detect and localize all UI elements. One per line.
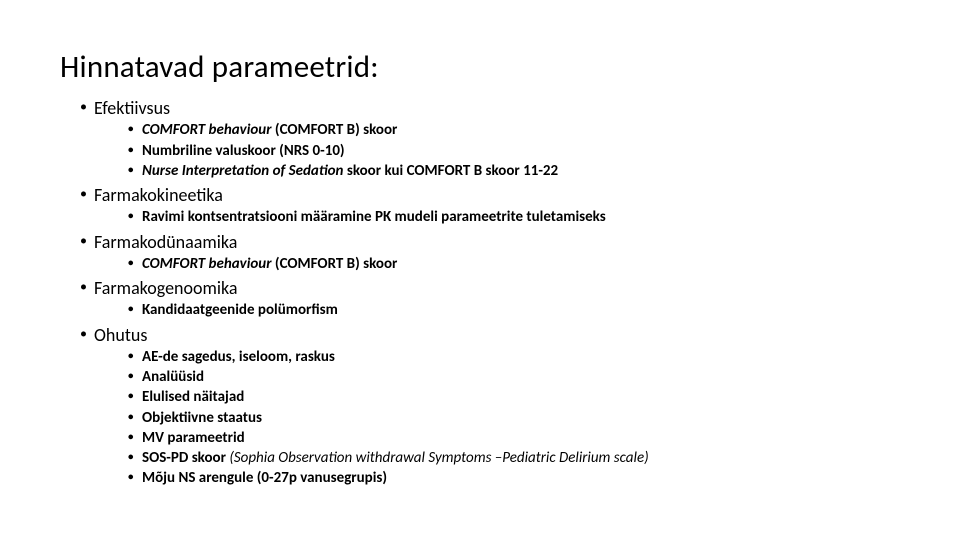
text: Analüüsid — [142, 368, 204, 386]
section-farmakokineetika: Farmakokineetika Ravimi kontsentratsioon… — [80, 183, 900, 228]
subitem-list: Kandidaatgeenide polümorfism — [94, 300, 900, 320]
text: Kandidaatgeenide polümorfism — [142, 301, 338, 319]
list-item: Mõju NS arengule (0-27p vanusegrupis) — [128, 468, 900, 488]
section-label: Farmakokineetika — [94, 184, 223, 206]
italic-text: Nurse Interpretation of Sedation — [142, 162, 343, 180]
section-efektiivsus: Efektiivsus COMFORT behaviour (COMFORT B… — [80, 96, 900, 181]
list-item: Ravimi kontsentratsiooni määramine PK mu… — [128, 207, 900, 227]
list-item: SOS-PD skoor (Sophia Observation withdra… — [128, 448, 900, 468]
text: (COMFORT B) skoor — [272, 121, 398, 139]
text: AE-de sagedus, iseloom, raskus — [142, 348, 335, 366]
list-item: COMFORT behaviour (COMFORT B) skoor — [128, 120, 900, 140]
section-label: Farmakogenoomika — [94, 277, 237, 299]
text: Numbriline valuskoor (NRS 0-10) — [142, 142, 345, 160]
list-item: Numbriline valuskoor (NRS 0-10) — [128, 141, 900, 161]
list-item: MV parameetrid — [128, 428, 900, 448]
list-item: Analüüsid — [128, 367, 900, 387]
section-farmakogenoomika: Farmakogenoomika Kandidaatgeenide polümo… — [80, 276, 900, 321]
section-farmakodunaamika: Farmakodünaamika COMFORT behaviour (COMF… — [80, 230, 900, 275]
italic-text: COMFORT behaviour — [142, 121, 272, 139]
subitem-list: COMFORT behaviour (COMFORT B) skoor — [94, 254, 900, 274]
text: (COMFORT B) skoor — [272, 255, 398, 273]
subitem-list: AE-de sagedus, iseloom, raskus Analüüsid… — [94, 347, 900, 489]
text: MV parameetrid — [142, 429, 245, 447]
slide: Hinnatavad parameetrid: Efektiivsus COMF… — [0, 0, 960, 540]
outline-list: Efektiivsus COMFORT behaviour (COMFORT B… — [60, 96, 900, 489]
italic-text: COMFORT behaviour — [142, 255, 272, 273]
list-item: Kandidaatgeenide polümorfism — [128, 300, 900, 320]
italic-text: (Sophia Observation withdrawal Symptoms … — [229, 449, 648, 467]
slide-title: Hinnatavad parameetrid: — [60, 48, 900, 86]
text: Objektiivne staatus — [142, 409, 262, 427]
subitem-list: COMFORT behaviour (COMFORT B) skoor Numb… — [94, 120, 900, 181]
text: Elulised näitajad — [142, 388, 244, 406]
section-ohutus: Ohutus AE-de sagedus, iseloom, raskus An… — [80, 323, 900, 489]
section-label: Efektiivsus — [94, 97, 170, 119]
section-label: Ohutus — [94, 324, 147, 346]
list-item: Nurse Interpretation of Sedation skoor k… — [128, 161, 900, 181]
list-item: Elulised näitajad — [128, 387, 900, 407]
text: skoor kui COMFORT B skoor 11-22 — [343, 162, 558, 180]
text: Ravimi kontsentratsiooni määramine PK mu… — [142, 208, 606, 226]
subitem-list: Ravimi kontsentratsiooni määramine PK mu… — [94, 207, 900, 227]
list-item: AE-de sagedus, iseloom, raskus — [128, 347, 900, 367]
section-label: Farmakodünaamika — [94, 231, 237, 253]
list-item: COMFORT behaviour (COMFORT B) skoor — [128, 254, 900, 274]
text: Mõju NS arengule (0-27p vanusegrupis) — [142, 469, 387, 487]
text: SOS-PD skoor — [142, 449, 229, 467]
list-item: Objektiivne staatus — [128, 408, 900, 428]
